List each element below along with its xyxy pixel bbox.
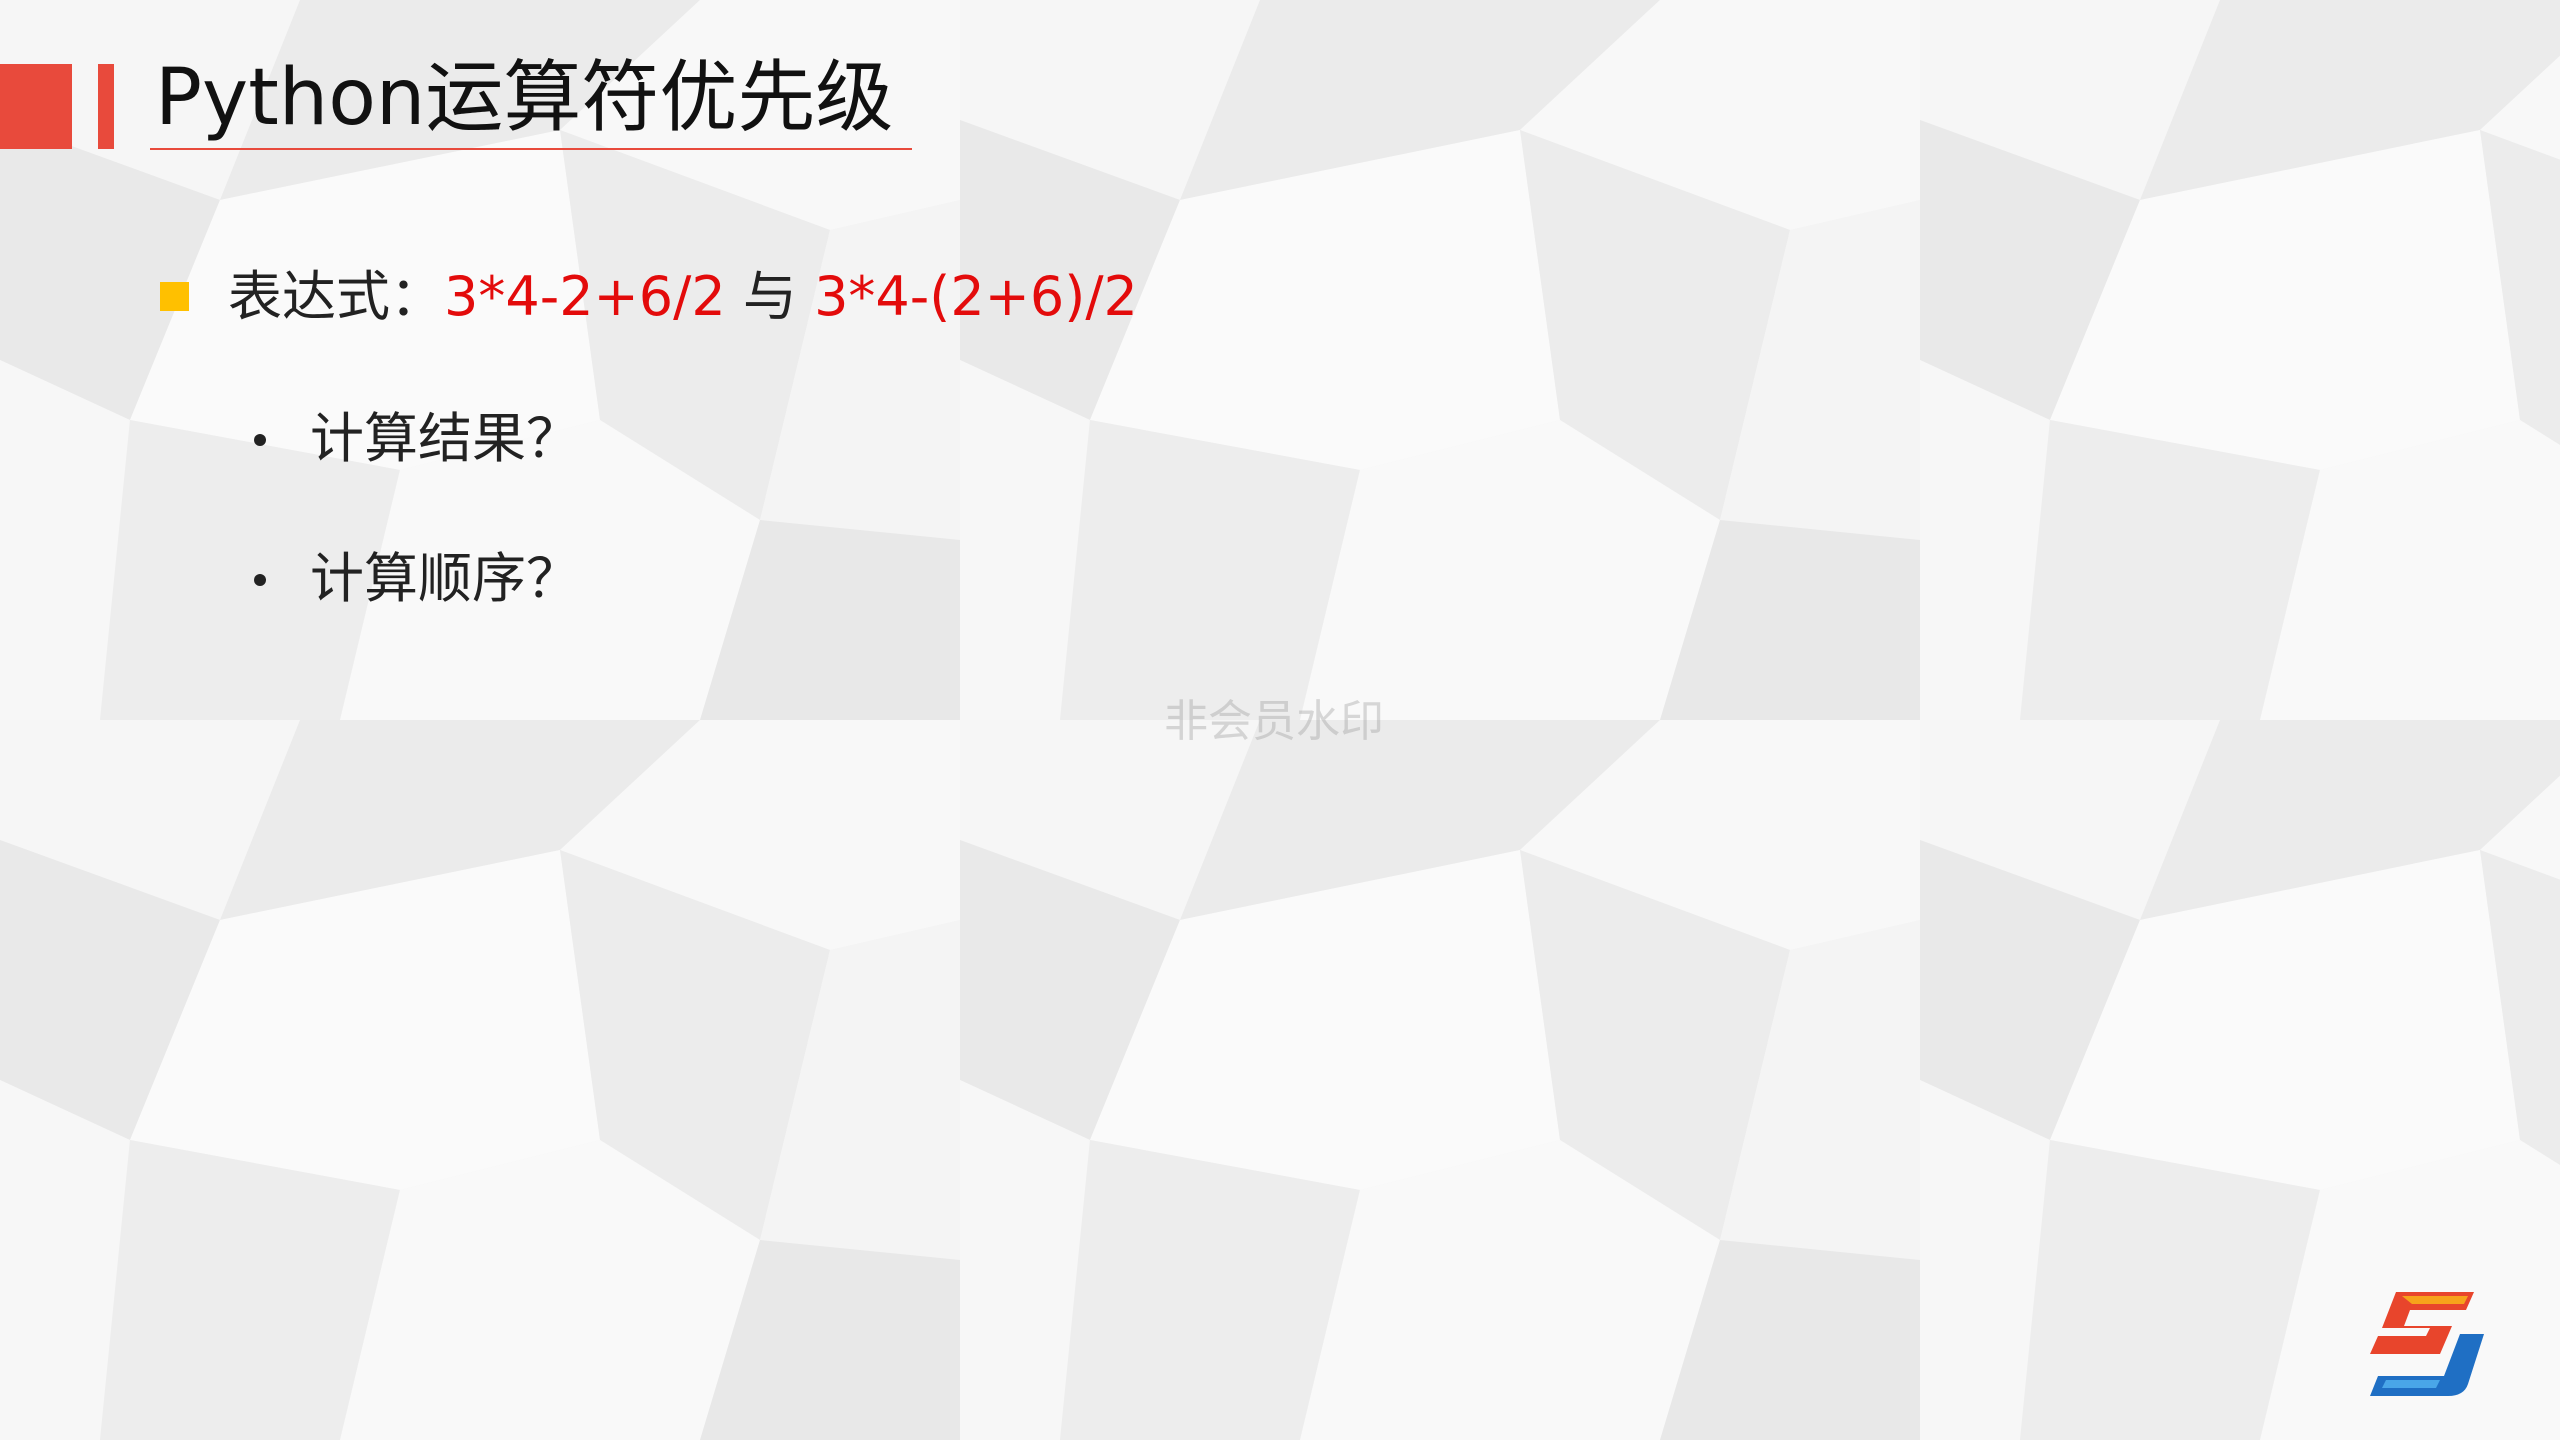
bullet-dot-icon [254,574,266,586]
bullet-dot-icon [254,434,266,446]
sub-bullet-result: 计算结果？ [310,407,580,470]
main-bullet-text: 表达式：3*4-2+6/2 与 3*4-(2+6)/2 [228,262,1138,332]
page-title: Python运算符优先级 [155,53,894,143]
sub-bullet-order: 计算顺序？ [310,547,580,610]
expression-2: 3*4-(2+6)/2 [814,265,1138,328]
watermark-text: 非会员水印 [1164,696,1384,747]
sj-logo-icon [2370,1292,2484,1396]
bullet-label: 表达式： [228,265,444,328]
connector-text: 与 [725,265,815,328]
square-bullet-icon [160,282,189,311]
title-underline [150,148,912,150]
expression-1: 3*4-2+6/2 [444,265,726,328]
title-accent-bar [98,64,114,149]
title-accent-block [0,64,72,149]
slide: Python运算符优先级 表达式：3*4-2+6/2 与 3*4-(2+6)/2… [0,0,2560,1440]
